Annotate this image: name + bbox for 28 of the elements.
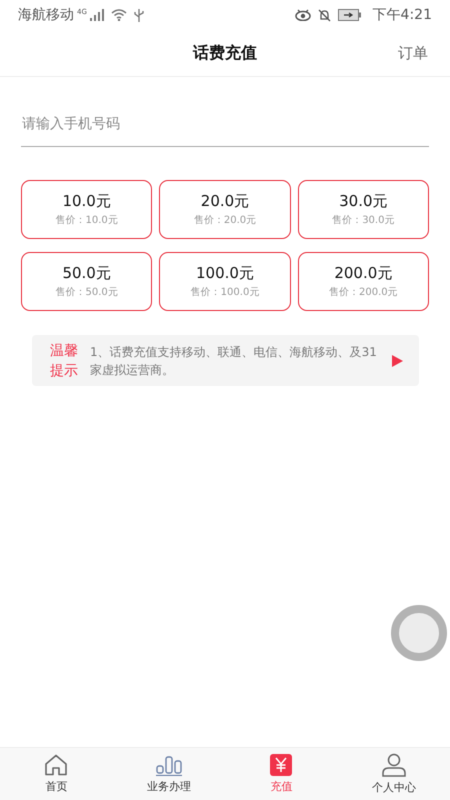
signal-icon [90,9,104,21]
amount-option[interactable]: 100.0元 售价：100.0元 [159,252,291,311]
amount-option[interactable]: 20.0元 售价：20.0元 [159,180,291,239]
page-title: 话费充值 [193,42,257,64]
person-icon [380,753,407,777]
tab-item[interactable]: 个人中心 [338,748,450,800]
amount-option[interactable]: 50.0元 售价：50.0元 [21,252,152,311]
clock-time: 下午4:21 [372,6,432,24]
eye-icon [294,9,311,21]
muted-bell-icon [318,8,331,22]
amount-option[interactable]: 200.0元 售价：200.0元 [298,252,429,311]
amount-option[interactable]: 30.0元 售价：30.0元 [298,180,429,239]
orders-link[interactable]: 订单 [398,44,428,62]
play-icon[interactable] [392,354,403,366]
usb-icon [134,8,144,22]
amount-option[interactable]: 10.0元 售价：10.0元 [21,180,152,239]
bar-chart-icon [154,754,183,776]
tip-label: 温馨 [50,342,78,360]
wifi-icon [110,9,127,21]
yuan-icon [270,754,292,776]
tab-item[interactable]: 首页 [0,748,112,800]
carrier-name: 海航移动 [18,6,74,24]
tab-item[interactable]: 充值 [225,748,338,800]
tip-text: 1、话费充值支持移动、联通、电信、海航移动、及31家虚拟运营商。 [90,344,378,378]
tip-label: 提示 [50,362,78,380]
home-icon [44,754,68,776]
battery-icon [338,9,362,21]
tab-item[interactable]: 业务办理 [112,748,225,800]
